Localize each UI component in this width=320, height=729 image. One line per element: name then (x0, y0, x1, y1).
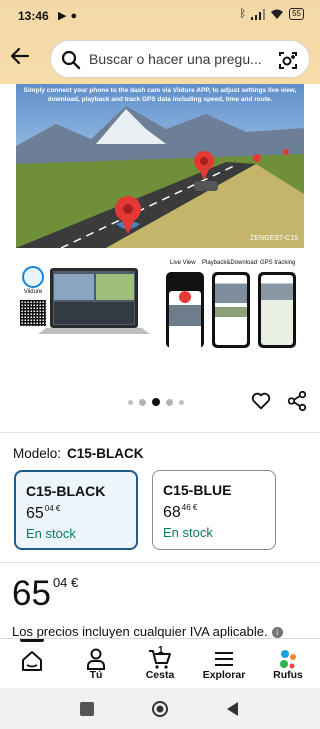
back-arrow-icon[interactable] (8, 44, 32, 68)
search-input[interactable]: Buscar o hacer una pregu... (89, 51, 274, 67)
camera-search-icon[interactable] (277, 49, 299, 71)
user-icon (87, 648, 105, 670)
home-button-icon[interactable] (151, 700, 169, 718)
carousel-dot[interactable] (166, 398, 173, 406)
battery-icon: 55 (289, 8, 304, 20)
status-time: 13:46 (18, 9, 49, 23)
variant-price: 6504 € (26, 504, 61, 522)
media-icon: ▶ (58, 10, 67, 22)
back-button-icon[interactable] (224, 700, 242, 718)
model-label: Modelo: (13, 446, 62, 461)
nav-label: Cesta (145, 669, 175, 681)
nav-you[interactable]: Tú (64, 639, 128, 689)
phone-label-gps: GPS tracking (260, 260, 296, 266)
phone-gps (258, 272, 296, 348)
variant-name: C15-BLUE (163, 482, 232, 498)
laptop-image (38, 268, 150, 334)
vat-notice: Los precios incluyen cualquier IVA aplic… (12, 624, 308, 639)
search-bar[interactable]: Buscar o hacer una pregu... (50, 40, 310, 78)
divider (0, 432, 320, 433)
status-bar: 13:46 ▶ ● ᛒ 55 (0, 0, 320, 30)
home-icon (22, 651, 42, 671)
status-icons: ᛒ 55 (239, 8, 304, 20)
product-price: 65 04 € (12, 574, 79, 613)
active-indicator (20, 639, 44, 642)
bluetooth-icon: ᛒ (239, 8, 247, 20)
nav-home[interactable] (0, 639, 64, 689)
bottom-nav: Tú 1 Cesta Explorar Rufus (0, 638, 320, 688)
phone-playback (212, 272, 250, 348)
record-icon (179, 291, 191, 303)
variant-stock: En stock (163, 525, 213, 540)
model-selector-label: Modelo: C15-BLACK (13, 446, 144, 461)
rufus-icon (280, 650, 296, 669)
cart-badge: 1 (158, 645, 164, 656)
divider (0, 562, 320, 563)
road-illustration (16, 106, 304, 248)
carousel-dot[interactable] (139, 398, 146, 406)
menu-icon (215, 652, 233, 666)
nav-label: Explorar (202, 669, 246, 681)
screen: 13:46 ▶ ● ᛒ 55 Buscar o hacer una pregu..… (0, 0, 320, 729)
header: 13:46 ▶ ● ᛒ 55 Buscar o hacer una pregu..… (0, 0, 320, 84)
nav-rufus[interactable]: Rufus (256, 639, 320, 689)
signal-icon (251, 8, 266, 20)
system-nav-bar (0, 688, 320, 729)
nav-explore[interactable]: Explorar (192, 639, 256, 689)
phone-label-live-view: Live View (170, 260, 196, 266)
variant-price: 6846 € (163, 503, 198, 521)
feature-panels: Viidure Live View Playback&Download GPS … (16, 258, 304, 361)
notification-icons: ▶ ● (58, 9, 81, 22)
message-icon: ● (70, 10, 78, 22)
wifi-icon (271, 9, 284, 19)
carousel-dot[interactable] (128, 399, 133, 405)
carousel-dot[interactable] (179, 399, 184, 405)
carousel-dot-active[interactable] (152, 398, 160, 406)
nav-label: Rufus (273, 669, 303, 681)
variant-option-c15-blue[interactable]: C15-BLUE 6846 € En stock (152, 470, 276, 550)
nav-cart[interactable]: 1 Cesta (128, 639, 192, 689)
info-icon[interactable]: i (271, 627, 283, 638)
nav-label: Tú (89, 669, 103, 681)
share-icon[interactable] (286, 390, 308, 412)
phone-label-playback: Playback&Download (202, 260, 258, 266)
variant-name: C15-BLACK (26, 483, 106, 499)
variant-option-c15-black[interactable]: C15-BLACK 6504 € En stock (14, 470, 138, 550)
variant-stock: En stock (26, 526, 76, 541)
recents-icon[interactable] (80, 702, 94, 716)
carousel-dots[interactable] (128, 398, 184, 406)
phone-live-view (166, 272, 204, 361)
product-image[interactable]: Simply connect your phone to the dash ca… (16, 84, 304, 248)
hero-caption: Simply connect your phone to the dash ca… (23, 87, 297, 103)
model-value: C15-BLACK (67, 446, 144, 461)
search-icon (61, 50, 81, 70)
heart-icon[interactable] (250, 390, 272, 412)
hero-brand: ZENGEST-C15 (250, 235, 298, 242)
